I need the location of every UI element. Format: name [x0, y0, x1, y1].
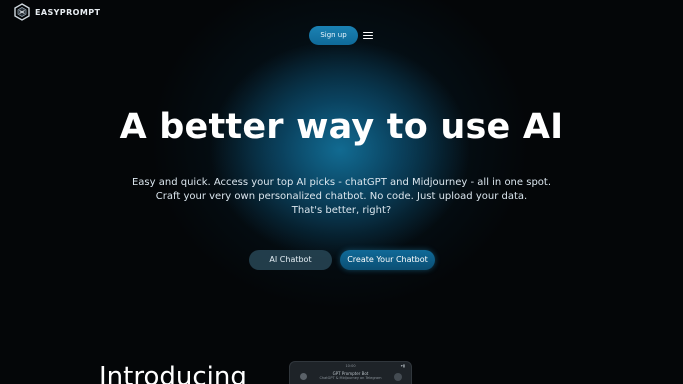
phone-preview: 10:00 ▾▮ GPT Prompter Bot ChatGPT & Midj…: [289, 361, 412, 384]
logo-mark-icon: [14, 3, 30, 21]
introducing-heading: Introducing: [99, 362, 247, 384]
logo-text: EASYPROMPT: [35, 7, 101, 17]
phone-status-icons: ▾▮: [400, 363, 405, 368]
page: EASYPROMPT Sign up A better way to use A…: [0, 0, 683, 384]
hero-subtitle-line: Easy and quick. Access your top AI picks…: [131, 177, 552, 188]
create-chatbot-button[interactable]: Create Your Chatbot: [340, 250, 435, 270]
logo[interactable]: EASYPROMPT: [13, 3, 100, 21]
hero-subtitle-line: Craft your very own personalized chatbot…: [155, 191, 528, 202]
hamburger-menu-icon[interactable]: [363, 31, 374, 40]
phone-chat-subtitle: ChatGPT & Midjourney on Telegram: [319, 376, 382, 380]
hero-subtitle-line: That's better, right?: [291, 205, 392, 216]
ai-chatbot-button[interactable]: AI Chatbot: [249, 250, 332, 270]
phone-avatar-icon: [394, 373, 402, 381]
phone-status-time: 10:00: [345, 364, 356, 368]
hero-subtitle: Easy and quick. Access your top AI picks…: [0, 176, 683, 218]
sign-up-button[interactable]: Sign up: [309, 26, 358, 45]
hero-title: A better way to use AI: [119, 107, 564, 147]
